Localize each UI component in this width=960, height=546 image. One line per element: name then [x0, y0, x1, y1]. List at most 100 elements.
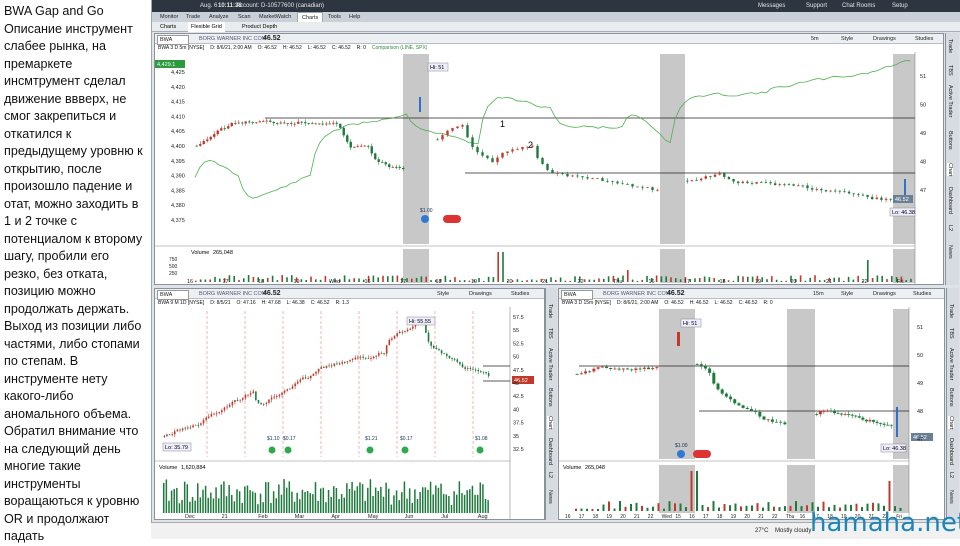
side-tab-tbs[interactable]: TBS: [948, 328, 954, 339]
candle-15m-day3: [836, 413, 840, 414]
candle-day1: [258, 121, 261, 123]
time-axis-tick: 20: [791, 279, 797, 284]
subtab-charts[interactable]: Charts: [160, 22, 176, 32]
side-tab-news[interactable]: News: [947, 245, 953, 259]
main-price-chart[interactable]: 1 2 Hi: 51 Lo: 46.38 46.52 4,429.1 4,425 4,420 4…: [155, 52, 943, 284]
style-button[interactable]: Style: [841, 34, 853, 44]
candle-day2: [576, 175, 579, 177]
candle-15m-day2: [766, 419, 770, 421]
candle-day2: [506, 151, 509, 154]
side-tab-news[interactable]: News: [547, 490, 553, 504]
menu-marketwatch[interactable]: MarketWatch: [255, 12, 295, 22]
drawings-button[interactable]: Drawings: [873, 289, 896, 299]
daily-candle: [312, 373, 315, 376]
volume-value: 1,620,884: [181, 465, 205, 471]
style-button[interactable]: Style: [841, 289, 853, 299]
messages-button[interactable]: Messages: [758, 0, 785, 12]
side-tab-l2[interactable]: L2: [947, 225, 953, 231]
candle-day3: [778, 184, 781, 186]
volume-bar: [385, 482, 387, 513]
volume-bar: [330, 496, 332, 513]
side-tab-buttons[interactable]: Buttons: [547, 388, 553, 407]
studies-button[interactable]: Studies: [511, 289, 529, 299]
side-tab-l2[interactable]: L2: [547, 472, 553, 478]
candle-15m-day3: [872, 420, 875, 422]
volume-bar: [396, 275, 399, 282]
menu-tools[interactable]: Tools: [324, 12, 345, 22]
subtab-flexible-grid[interactable]: Flexible Grid: [188, 22, 225, 32]
interval-selector[interactable]: 5m: [811, 34, 819, 44]
side-tab-tbs[interactable]: TBS: [547, 328, 553, 339]
studies-button[interactable]: Studies: [915, 34, 933, 44]
volume-bar: [427, 489, 429, 513]
drawings-button[interactable]: Drawings: [873, 34, 896, 44]
side-tab-chart[interactable]: Chart: [948, 416, 954, 430]
candle-15m-day2: [699, 364, 703, 367]
side-tab-trade[interactable]: Trade: [947, 39, 953, 53]
side-tab-dashboard[interactable]: Dashboard: [947, 187, 953, 214]
chat-rooms-button[interactable]: Chat Rooms: [842, 0, 875, 12]
side-tab-active-trader[interactable]: Active Trader: [948, 348, 954, 380]
time-axis-tick: Jun: [405, 514, 414, 519]
side-tab-active-trader[interactable]: Active Trader: [947, 85, 953, 117]
price-tag: 46.52: [895, 197, 909, 203]
candle-day1: [304, 122, 307, 124]
menu-help[interactable]: Help: [345, 12, 364, 22]
info-close: C: 46.52: [331, 45, 351, 51]
candle-day3: [727, 176, 731, 179]
side-tab-dashboard[interactable]: Dashboard: [547, 438, 553, 465]
side-tab-trade[interactable]: Trade: [948, 304, 954, 318]
drawings-button[interactable]: Drawings: [469, 289, 492, 299]
side-tab-chart[interactable]: Chart: [547, 416, 553, 430]
daily-candle: [378, 353, 380, 356]
time-axis-tick: 22: [578, 279, 584, 284]
candle-day3: [857, 194, 860, 196]
main-menu-bar: Monitor Trade Analyze Scan MarketWatch C…: [152, 12, 960, 24]
side-tab-active-trader[interactable]: Active Trader: [547, 348, 553, 380]
candle-15m-day1: [605, 366, 608, 368]
side-tab-chart[interactable]: Chart: [947, 163, 953, 177]
subtab-product-depth[interactable]: Product Depth: [242, 22, 277, 32]
volume-bar: [463, 280, 466, 282]
volume-bar: [319, 279, 322, 282]
right-axis-tick: 51: [920, 74, 926, 80]
style-button[interactable]: Style: [437, 289, 449, 299]
daily-candle: [189, 427, 192, 429]
menu-trade[interactable]: Trade: [182, 12, 204, 22]
time-axis-tick: 15: [675, 514, 681, 519]
daily-price-chart[interactable]: Hi: 55.55Lo: 35.7946.5257.55552.55047.54…: [155, 307, 544, 519]
daily-candle: [372, 356, 375, 359]
volume-bar: [259, 493, 262, 513]
side-tab-dashboard[interactable]: Dashboard: [948, 438, 954, 465]
volume-bar: [608, 501, 610, 511]
candle-day2: [586, 177, 589, 179]
menu-analyze[interactable]: Analyze: [205, 12, 233, 22]
support-button[interactable]: Support: [806, 0, 827, 12]
time-axis-tick: 17: [579, 514, 585, 519]
menu-scan[interactable]: Scan: [234, 12, 255, 22]
account-label[interactable]: Account: D-10577600 (canadian): [236, 0, 324, 12]
candle-day1: [381, 161, 384, 163]
volume-bar: [244, 486, 246, 513]
side-tab-trade[interactable]: Trade: [547, 304, 553, 318]
side-tab-buttons[interactable]: Buttons: [948, 388, 954, 407]
setup-button[interactable]: Setup: [892, 0, 908, 12]
intraday-chart-info: BWA 3 D 15m [NYSE] D: 8/6/21, 2:00 AM O: 4…: [559, 299, 944, 307]
volume-bar: [358, 278, 360, 282]
volume-bar: [315, 279, 317, 282]
side-tab-buttons[interactable]: Buttons: [947, 131, 953, 150]
volume-bar: [348, 279, 351, 282]
studies-button[interactable]: Studies: [913, 289, 931, 299]
interval-selector[interactable]: 15m: [813, 289, 824, 299]
intraday-price-chart[interactable]: Hi: 51Lo: 46.3846.525150494847$1.00Volum…: [559, 307, 944, 519]
candle-day3: [686, 180, 689, 182]
daily-candle: [474, 369, 477, 371]
side-tab-news[interactable]: News: [948, 490, 954, 504]
menu-monitor[interactable]: Monitor: [156, 12, 182, 22]
daily-candle: [438, 349, 440, 351]
dividend-icon: [401, 446, 409, 454]
volume-bar: [338, 499, 340, 513]
side-tab-tbs[interactable]: TBS: [947, 65, 953, 76]
daily-candle: [289, 388, 291, 390]
side-tab-l2[interactable]: L2: [948, 472, 954, 478]
